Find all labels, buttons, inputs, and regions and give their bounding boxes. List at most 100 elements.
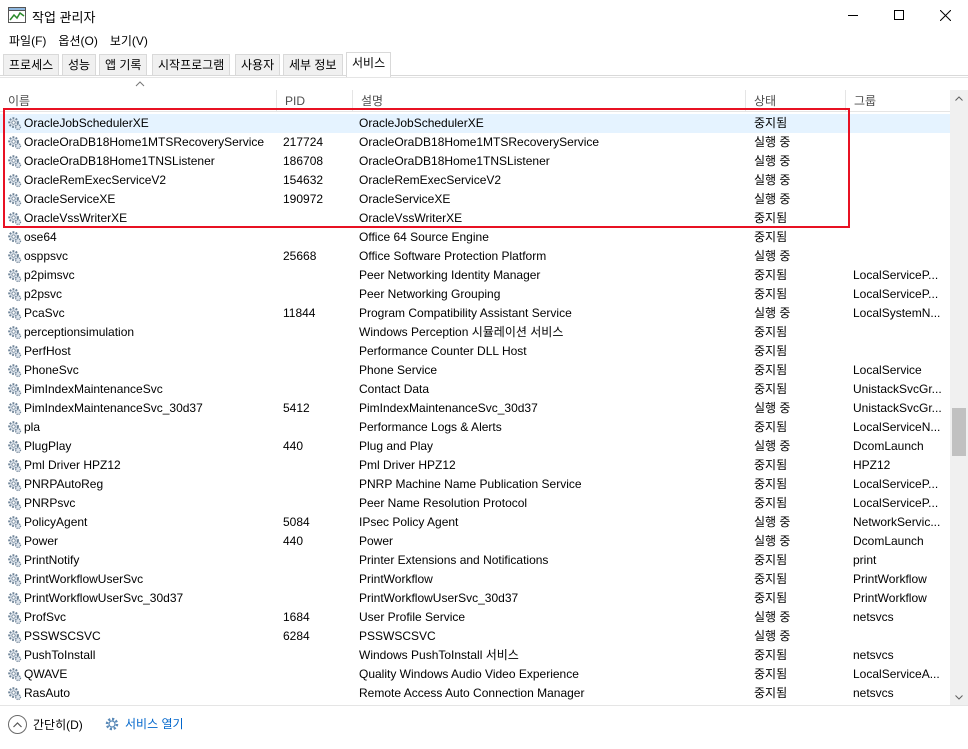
- service-row[interactable]: ose64 Office 64 Source Engine 중지됨: [0, 228, 950, 247]
- service-row[interactable]: PimIndexMaintenanceSvc Contact Data 중지됨 Uni…: [0, 380, 950, 399]
- service-name: OracleServiceXE: [24, 192, 116, 206]
- service-pid: 190972: [283, 192, 324, 206]
- service-gear-icon: [7, 249, 22, 264]
- tab-users[interactable]: 사용자: [235, 54, 281, 75]
- service-group: [853, 190, 948, 209]
- maximize-button[interactable]: [876, 0, 922, 30]
- service-row[interactable]: p2psvc Peer Networking Grouping 중지됨 LocalSe…: [0, 285, 950, 304]
- service-pid: [283, 285, 353, 304]
- collapse-chevron-icon: [8, 715, 27, 734]
- service-group: print: [853, 553, 877, 567]
- menu-view[interactable]: 보기(V): [104, 31, 154, 51]
- tab-processes[interactable]: 프로세스: [3, 54, 60, 75]
- service-row[interactable]: PcaSvc 11844 Program Compatibility Assista…: [0, 304, 950, 323]
- column-header-status[interactable]: 상태: [746, 90, 846, 112]
- fewer-details-button[interactable]: 간단히(D): [8, 715, 83, 734]
- service-pid: [283, 494, 353, 513]
- tab-services[interactable]: 서비스: [346, 52, 392, 77]
- column-header-group[interactable]: 그룹: [846, 90, 950, 112]
- service-gear-icon: [7, 325, 22, 340]
- service-gear-icon: [7, 173, 22, 188]
- service-row[interactable]: perceptionsimulation Windows Perception 시…: [0, 323, 950, 342]
- service-status: 중지됨: [754, 363, 788, 377]
- service-name: ProfSvc: [24, 610, 67, 624]
- service-row[interactable]: OracleOraDB18Home1MTSRecoveryService 2177…: [0, 133, 950, 152]
- menu-options[interactable]: 옵션(O): [52, 31, 103, 51]
- service-gear-icon: [7, 154, 22, 169]
- service-pid: 1684: [283, 610, 310, 624]
- service-group: LocalServiceP...: [853, 496, 939, 510]
- service-group: NetworkServic...: [853, 515, 941, 529]
- service-row[interactable]: PSSWSCSVC 6284 PSSWSCSVC 실행 중: [0, 627, 950, 646]
- menu-file[interactable]: 파일(F): [3, 31, 52, 51]
- service-row[interactable]: Pml Driver HPZ12 Pml Driver HPZ12 중지됨 HPZ12: [0, 456, 950, 475]
- service-row[interactable]: PhoneSvc Phone Service 중지됨 LocalService: [0, 361, 950, 380]
- service-status: 실행 중: [754, 439, 791, 453]
- service-row[interactable]: PrintNotify Printer Extensions and Notifi…: [0, 551, 950, 570]
- service-row[interactable]: PNRPAutoReg PNRP Machine Name Publication…: [0, 475, 950, 494]
- service-gear-icon: [7, 648, 22, 663]
- minimize-button[interactable]: [830, 0, 876, 30]
- service-group: LocalServiceP...: [853, 287, 939, 301]
- close-icon: [939, 9, 951, 21]
- service-pid: [283, 646, 353, 665]
- service-row[interactable]: PNRPsvc Peer Name Resolution Protocol 중지됨 L…: [0, 494, 950, 513]
- service-row[interactable]: OracleServiceXE 190972 OracleServiceXE 실행 중: [0, 190, 950, 209]
- scroll-down-button[interactable]: [950, 689, 968, 706]
- service-name: PrintNotify: [24, 553, 80, 567]
- service-group: netsvcs: [853, 686, 894, 700]
- service-status: 실행 중: [754, 534, 791, 548]
- service-description: PrintWorkflowUserSvc_30d37: [359, 591, 519, 605]
- service-gear-icon: [7, 477, 22, 492]
- service-pid: 217724: [283, 135, 324, 149]
- service-row[interactable]: PushToInstall Windows PushToInstall 서비스 중지…: [0, 646, 950, 665]
- tab-app-history[interactable]: 앱 기록: [99, 54, 148, 75]
- service-pid: 11844: [283, 306, 316, 320]
- service-pid: 5412: [283, 401, 310, 415]
- service-gear-icon: [7, 306, 22, 321]
- service-row[interactable]: OracleVssWriterXE OracleVssWriterXE 중지됨: [0, 209, 950, 228]
- service-row[interactable]: QWAVE Quality Windows Audio Video Experie…: [0, 665, 950, 684]
- service-gear-icon: [7, 572, 22, 587]
- service-name: PrintWorkflowUserSvc_30d37: [24, 591, 184, 605]
- scroll-up-button[interactable]: [950, 90, 968, 107]
- service-row[interactable]: PolicyAgent 5084 IPsec Policy Agent 실행 중 Net…: [0, 513, 950, 532]
- service-gear-icon: [7, 211, 22, 226]
- service-status: 중지됨: [754, 458, 788, 472]
- service-name: PNRPAutoReg: [24, 477, 104, 491]
- service-pid: [283, 114, 353, 133]
- service-row[interactable]: PerfHost Performance Counter DLL Host 중지됨: [0, 342, 950, 361]
- tab-performance[interactable]: 성능: [62, 54, 97, 75]
- chevron-down-icon: [955, 695, 963, 700]
- column-header-name[interactable]: 이름: [0, 90, 277, 112]
- service-row[interactable]: OracleJobSchedulerXE OracleJobSchedulerXE…: [0, 114, 950, 133]
- service-row[interactable]: Power 440 Power 실행 중 DcomLaunch: [0, 532, 950, 551]
- scroll-thumb[interactable]: [952, 408, 966, 456]
- column-header-pid[interactable]: PID: [277, 90, 353, 112]
- service-row[interactable]: osppsvc 25668 Office Software Protection P…: [0, 247, 950, 266]
- service-gear-icon: [7, 591, 22, 606]
- service-status: 실행 중: [754, 173, 791, 187]
- service-name: OracleOraDB18Home1TNSListener: [24, 154, 215, 168]
- service-row[interactable]: RasAuto Remote Access Auto Connection Man…: [0, 684, 950, 703]
- column-header-description[interactable]: 설명: [353, 90, 746, 112]
- service-row[interactable]: PrintWorkflowUserSvc PrintWorkflow 중지됨 Prin…: [0, 570, 950, 589]
- service-gear-icon: [7, 667, 22, 682]
- service-row[interactable]: ProfSvc 1684 User Profile Service 실행 중 netsv…: [0, 608, 950, 627]
- service-row[interactable]: PlugPlay 440 Plug and Play 실행 중 DcomLaunch: [0, 437, 950, 456]
- service-row[interactable]: OracleOraDB18Home1TNSListener 186708 Oracl…: [0, 152, 950, 171]
- tab-details[interactable]: 세부 정보: [283, 54, 343, 75]
- service-gear-icon: [7, 192, 22, 207]
- service-row[interactable]: PrintWorkflowUserSvc_30d37 PrintWorkflowU…: [0, 589, 950, 608]
- service-row[interactable]: OracleRemExecServiceV2 154632 OracleRemExe…: [0, 171, 950, 190]
- open-services-link[interactable]: 서비스 열기: [104, 715, 184, 732]
- service-row[interactable]: p2pimsvc Peer Networking Identity Manager…: [0, 266, 950, 285]
- service-description: Performance Logs & Alerts: [359, 420, 502, 434]
- service-status: 중지됨: [754, 287, 788, 301]
- service-row[interactable]: PimIndexMaintenanceSvc_30d37 5412 PimIndex…: [0, 399, 950, 418]
- close-button[interactable]: [922, 0, 968, 30]
- service-row[interactable]: pla Performance Logs & Alerts 중지됨 LocalServ…: [0, 418, 950, 437]
- vertical-scrollbar[interactable]: [950, 90, 968, 706]
- tab-startup[interactable]: 시작프로그램: [152, 54, 231, 75]
- service-status: 중지됨: [754, 211, 788, 225]
